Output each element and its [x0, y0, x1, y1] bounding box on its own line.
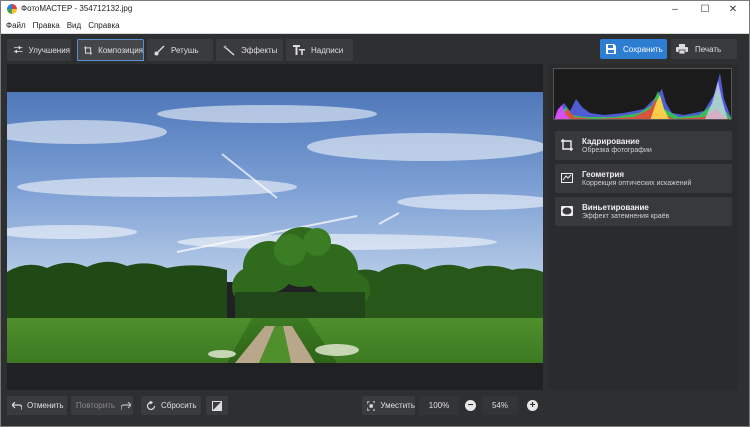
- tool-title: Кадрирование: [582, 137, 640, 146]
- floppy-disk-icon: [606, 44, 616, 54]
- tab-label: Композиция: [98, 45, 143, 55]
- title-bar: ФотоМАСТЕР - 354712132.jpg – ☐ ✕: [1, 1, 749, 18]
- reset-label: Сбросить: [161, 401, 197, 410]
- menu-help[interactable]: Справка: [88, 21, 119, 30]
- save-label: Сохранить: [623, 44, 663, 54]
- tab-effects[interactable]: Эффекты: [216, 39, 283, 61]
- tool-subtitle: Коррекция оптических искажений: [582, 180, 692, 187]
- print-label: Печать: [695, 44, 722, 54]
- close-button[interactable]: ✕: [719, 1, 747, 18]
- brush-icon: [154, 45, 165, 55]
- maximize-button[interactable]: ☐: [691, 1, 719, 18]
- menu-file[interactable]: Файл: [6, 21, 26, 30]
- fit-screen-icon: [367, 400, 376, 411]
- reset-button[interactable]: Сбросить: [141, 396, 201, 415]
- fit-button[interactable]: Уместить: [362, 396, 415, 415]
- tab-composition[interactable]: Композиция: [77, 39, 144, 61]
- compare-icon: [212, 400, 222, 411]
- tab-captions[interactable]: Надписи: [286, 39, 353, 61]
- zoom-in-button[interactable]: +: [527, 400, 538, 411]
- tool-subtitle: Эффект затемнения краёв: [582, 213, 670, 220]
- printer-icon: [676, 44, 688, 54]
- tool-title: Геометрия: [582, 170, 625, 179]
- tab-label: Ретушь: [171, 45, 199, 55]
- magic-wand-icon: [223, 44, 235, 56]
- photo-image: [7, 92, 543, 363]
- redo-button[interactable]: Повторить: [71, 396, 133, 415]
- undo-button[interactable]: Отменить: [7, 396, 67, 415]
- tab-label: Улучшения: [28, 45, 70, 55]
- tool-crop[interactable]: Кадрирование Обрезка фотографии: [555, 131, 732, 160]
- undo-label: Отменить: [27, 401, 64, 410]
- redo-label: Повторить: [76, 401, 116, 410]
- histogram: [553, 68, 732, 120]
- fit-label: Уместить: [380, 401, 415, 410]
- reset-icon: [146, 400, 156, 410]
- minimize-button[interactable]: –: [661, 1, 689, 18]
- compare-button[interactable]: [206, 396, 228, 415]
- crop-icon: [84, 45, 93, 55]
- menu-bar: Файл Правка Вид Справка: [1, 18, 749, 34]
- menu-edit[interactable]: Правка: [33, 21, 60, 30]
- toolbar: Улучшения Композиция Ретушь Эффекты Надп…: [1, 34, 749, 64]
- vignette-icon: [561, 206, 573, 216]
- tab-retouch[interactable]: Ретушь: [147, 39, 213, 61]
- app-logo-icon: [7, 4, 17, 14]
- tool-geometry[interactable]: Геометрия Коррекция оптических искажений: [555, 164, 732, 193]
- save-button[interactable]: Сохранить: [600, 39, 667, 59]
- zoom-level: 54%: [482, 396, 518, 415]
- geometry-icon: [561, 173, 573, 183]
- tab-label: Эффекты: [241, 45, 278, 55]
- text-icon: [293, 45, 305, 55]
- app-window: ФотоМАСТЕР - 354712132.jpg – ☐ ✕ Файл Пр…: [0, 0, 750, 427]
- bottom-bar: Отменить Повторить Сбросить Уместить 100…: [1, 390, 749, 426]
- tab-label: Надписи: [311, 45, 344, 55]
- tool-subtitle: Обрезка фотографии: [582, 147, 652, 154]
- redo-icon: [121, 401, 132, 410]
- undo-icon: [12, 401, 22, 410]
- zoom-out-button[interactable]: −: [465, 400, 476, 411]
- actual-size-button[interactable]: 100%: [419, 396, 459, 415]
- tool-title: Виньетирование: [582, 203, 649, 212]
- photo-canvas[interactable]: [7, 64, 543, 390]
- print-button[interactable]: Печать: [671, 39, 737, 59]
- tool-vignette[interactable]: Виньетирование Эффект затемнения краёв: [555, 197, 732, 226]
- menu-view[interactable]: Вид: [67, 21, 81, 30]
- tools-panel: Кадрирование Обрезка фотографии Геометри…: [548, 64, 738, 390]
- crop-icon: [561, 139, 573, 151]
- tab-enhancements[interactable]: Улучшения: [7, 39, 71, 61]
- window-title: ФотоМАСТЕР - 354712132.jpg: [21, 4, 133, 13]
- sliders-icon: [14, 46, 23, 54]
